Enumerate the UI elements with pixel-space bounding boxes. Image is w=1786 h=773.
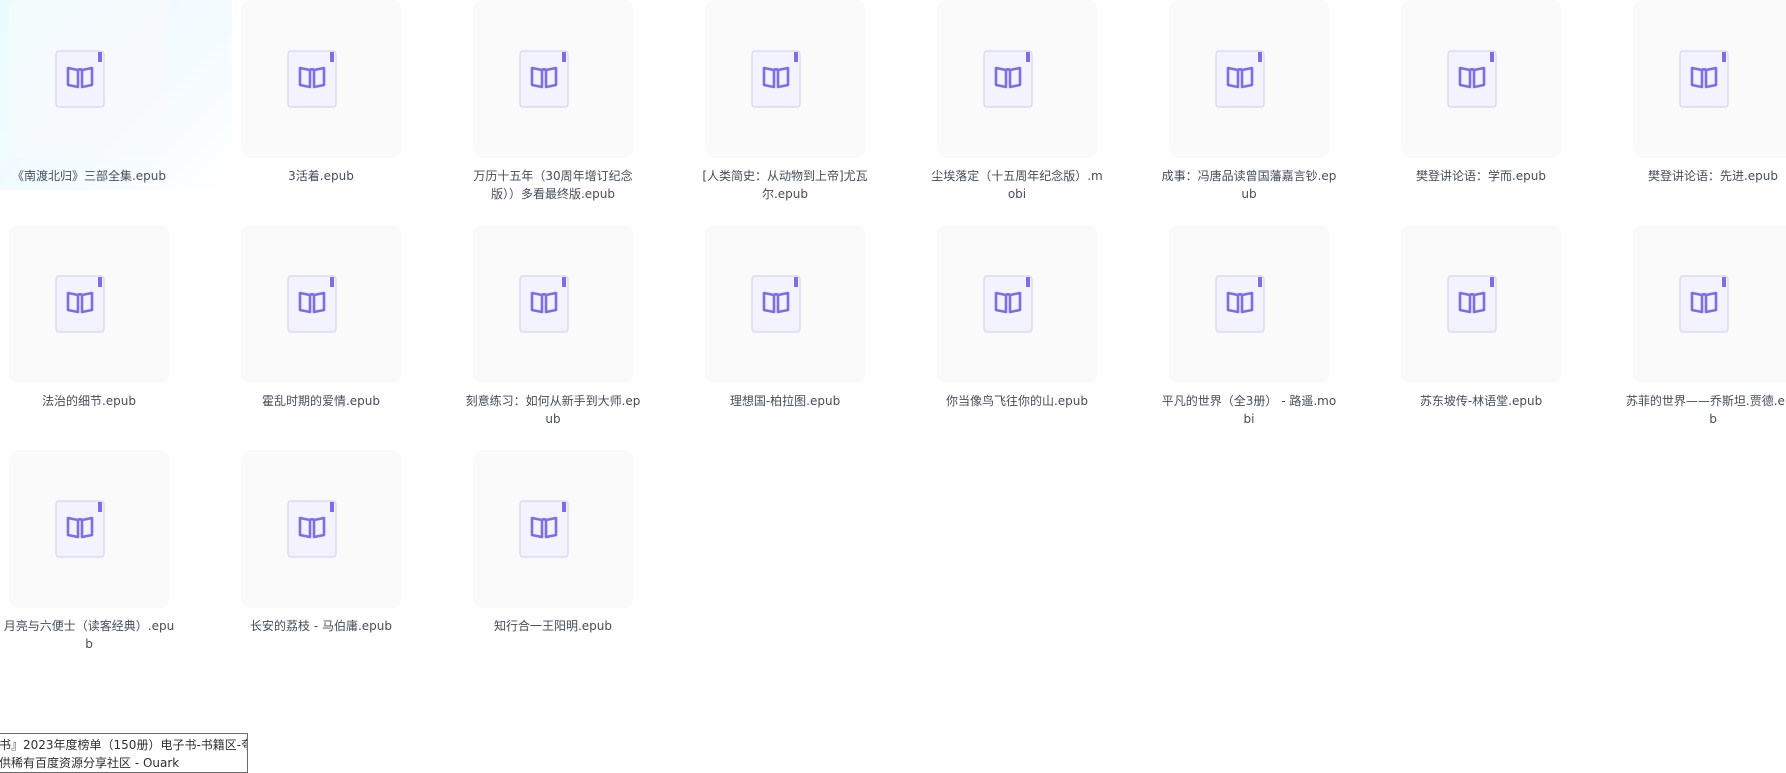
file-item[interactable]: 樊登讲论语：学而.epub [1392, 0, 1624, 225]
ebook-book-icon [55, 275, 105, 333]
file-item[interactable]: 你当像鸟飞往你的山.epub [928, 225, 1160, 450]
file-name[interactable]: 理想国-柏拉图.epub [696, 392, 874, 410]
file-name[interactable]: 霍乱时期的爱情.epub [232, 392, 410, 410]
ebook-book-icon [55, 50, 105, 108]
ebook-book-icon [1447, 50, 1497, 108]
file-item[interactable]: 知行合一王阳明.epub [464, 450, 696, 675]
path-tooltip: 书』2023年度榜单（150册）电子书-书籍区-夸 供稀有百度资源分享社区 - … [0, 733, 248, 773]
file-name[interactable]: 万历十五年（30周年增订纪念版））多看最终版.epub [464, 167, 642, 203]
file-name[interactable]: [人类简史：从动物到上帝]尤瓦尔.epub [696, 167, 874, 203]
file-name[interactable]: 长安的荔枝 - 马伯庸.epub [232, 617, 410, 635]
ebook-book-icon [983, 50, 1033, 108]
file-name[interactable]: 成事：冯唐品读曾国藩嘉言钞.epub [1160, 167, 1338, 203]
file-item[interactable]: 平凡的世界（全3册） - 路遥.mobi [1160, 225, 1392, 450]
file-name[interactable]: 法治的细节.epub [0, 392, 178, 410]
file-name[interactable]: 刻意练习：如何从新手到大师.epub [464, 392, 642, 428]
file-item[interactable]: 万历十五年（30周年增订纪念版））多看最终版.epub [464, 0, 696, 225]
ebook-book-icon [519, 275, 569, 333]
file-item[interactable]: 尘埃落定（十五周年纪念版）.mobi [928, 0, 1160, 225]
file-item[interactable]: 《南渡北归》三部全集.epub [0, 0, 232, 225]
file-item[interactable]: 理想国-柏拉图.epub [696, 225, 928, 450]
tooltip-line-1: 书』2023年度榜单（150册）电子书-书籍区-夸 [0, 738, 248, 752]
file-name[interactable]: 平凡的世界（全3册） - 路遥.mobi [1160, 392, 1338, 428]
file-item[interactable]: 3活着.epub [232, 0, 464, 225]
file-item[interactable]: 法治的细节.epub [0, 225, 232, 450]
ebook-book-icon [287, 50, 337, 108]
ebook-book-icon [1215, 275, 1265, 333]
file-name[interactable]: 你当像鸟飞往你的山.epub [928, 392, 1106, 410]
ebook-book-icon [287, 500, 337, 558]
ebook-book-icon [287, 275, 337, 333]
file-item[interactable]: 长安的荔枝 - 马伯庸.epub [232, 450, 464, 675]
ebook-book-icon [751, 50, 801, 108]
file-name[interactable]: 《南渡北归》三部全集.epub [0, 167, 178, 185]
file-item[interactable]: [人类简史：从动物到上帝]尤瓦尔.epub [696, 0, 928, 225]
file-name[interactable]: 苏东坡传-林语堂.epub [1392, 392, 1570, 410]
file-name[interactable]: 樊登讲论语：学而.epub [1392, 167, 1570, 185]
file-item[interactable]: 樊登讲论语：先进.epub [1624, 0, 1786, 225]
file-grid: 《南渡北归》三部全集.epub 3活着.epub 万历十五年（30周年增订纪念版））… [0, 0, 1786, 758]
file-name[interactable]: 月亮与六便士（读客经典）.epub [0, 617, 178, 653]
ebook-book-icon [751, 275, 801, 333]
ebook-book-icon [1679, 50, 1729, 108]
file-name[interactable]: 樊登讲论语：先进.epub [1624, 167, 1786, 185]
file-name[interactable]: 苏菲的世界——乔斯坦.贾德.epub [1624, 392, 1786, 428]
file-item[interactable]: 苏东坡传-林语堂.epub [1392, 225, 1624, 450]
file-item[interactable]: 成事：冯唐品读曾国藩嘉言钞.epub [1160, 0, 1392, 225]
file-item[interactable]: 霍乱时期的爱情.epub [232, 225, 464, 450]
ebook-book-icon [1447, 275, 1497, 333]
ebook-book-icon [55, 500, 105, 558]
file-name[interactable]: 知行合一王阳明.epub [464, 617, 642, 635]
file-item[interactable]: 刻意练习：如何从新手到大师.epub [464, 225, 696, 450]
tooltip-line-2: 供稀有百度资源分享社区 - Ouark [0, 756, 180, 770]
file-name[interactable]: 3活着.epub [232, 167, 410, 185]
ebook-book-icon [983, 275, 1033, 333]
file-item[interactable]: 苏菲的世界——乔斯坦.贾德.epub [1624, 225, 1786, 450]
ebook-book-icon [519, 500, 569, 558]
file-name[interactable]: 尘埃落定（十五周年纪念版）.mobi [928, 167, 1106, 203]
ebook-book-icon [1679, 275, 1729, 333]
ebook-book-icon [1215, 50, 1265, 108]
file-item[interactable]: 月亮与六便士（读客经典）.epub [0, 450, 232, 675]
ebook-book-icon [519, 50, 569, 108]
